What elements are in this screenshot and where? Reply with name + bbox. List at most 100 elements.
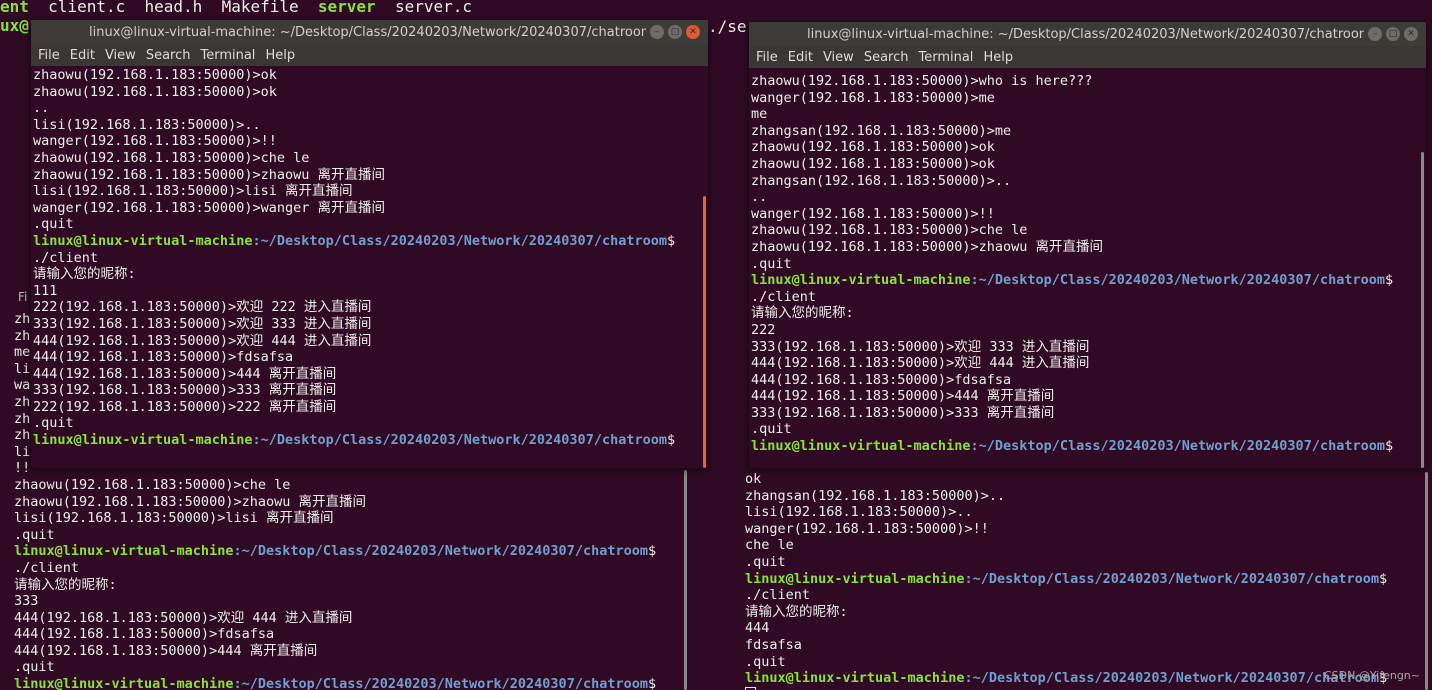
shell-prompt: linux@linux-virtual-machine:~/Desktop/Cl… [33, 233, 705, 250]
prompt-sigil: $ [1378, 570, 1388, 587]
prompt-user: linux@linux-virtual-machine [33, 232, 253, 249]
terminal-line: zhangsan(192.168.1.183:50000)>me [751, 122, 1012, 139]
terminal-line: che le [745, 537, 794, 554]
window-b-titlebar[interactable]: linux@linux-virtual-machine: ~/Desktop/C… [749, 22, 1426, 46]
terminal-line: .quit [745, 653, 786, 670]
menu-terminal[interactable]: Terminal [915, 50, 980, 65]
file-head-h: head.h [144, 0, 203, 16]
terminal-bottom-right-output[interactable]: ok zhangsan(192.168.1.183:50000)>.. lisi(1… [743, 470, 1427, 690]
terminal-window-b[interactable]: linux@linux-virtual-machine: ~/Desktop/C… [749, 22, 1426, 468]
terminal-line: zhaowu(192.168.1.183:50000)>zhaowu 离开直播间 [33, 166, 385, 183]
window-b-menubar: File Edit View Search Terminal Help [749, 46, 1426, 68]
prompt-path: :~/Desktop/Class/20240203/Network/202403… [964, 570, 1379, 587]
prompt-user: linux@linux-virtual-machine [14, 676, 234, 690]
terminal-line: 444(192.168.1.183:50000)>fdsafsa [14, 626, 275, 643]
prompt-user: linux@linux-virtual-machine [751, 272, 971, 289]
menu-file[interactable]: File [753, 50, 785, 65]
terminal-line: ok [745, 471, 762, 487]
menu-search[interactable]: Search [143, 48, 198, 63]
maximize-icon[interactable]: □ [668, 25, 682, 39]
terminal-line: lisi(192.168.1.183:50000)>.. [33, 116, 261, 133]
prompt-sigil: $ [647, 676, 657, 690]
prompt-user: linux@linux-virtual-machine [745, 570, 965, 587]
file-client-c: client.c [48, 0, 126, 16]
terminal-bottom-right[interactable]: ok zhangsan(192.168.1.183:50000)>.. lisi(1… [740, 462, 1432, 690]
menu-edit[interactable]: Edit [785, 50, 820, 65]
window-a-titlebar[interactable]: linux@linux-virtual-machine: ~/Desktop/C… [31, 20, 708, 44]
terminal-line: 请输入您的昵称: [745, 603, 848, 620]
scrollbar-bottom-left[interactable] [684, 470, 687, 690]
close-icon[interactable]: ✕ [1404, 27, 1418, 41]
minimize-icon[interactable]: – [1368, 27, 1382, 41]
listing-second-line: ux@ [0, 17, 29, 35]
window-a-menubar: File Edit View Search Terminal Help [31, 44, 708, 66]
terminal-line: 333(192.168.1.183:50000)>333 离开直播间 [33, 382, 337, 399]
menu-edit[interactable]: Edit [67, 48, 102, 63]
terminal-line: 请输入您的昵称: [33, 266, 136, 283]
terminal-line: zhaowu(192.168.1.183:50000)>zhaowu 离开直播间 [14, 493, 366, 510]
terminal-line: ./client [33, 249, 99, 266]
terminal-line: zhaowu(192.168.1.183:50000)>who is here?… [751, 73, 1093, 89]
prompt-path: :~/Desktop/Class/20240203/Network/202403… [970, 272, 1385, 289]
watermark: CSDN @Yifengn~ [1323, 669, 1420, 682]
terminal-window-a[interactable]: linux@linux-virtual-machine: ~/Desktop/C… [31, 20, 708, 468]
shell-prompt: linux@linux-virtual-machine:~/Desktop/Cl… [745, 571, 1425, 588]
menu-terminal[interactable]: Terminal [197, 48, 262, 63]
shell-prompt: linux@linux-virtual-machine:~/Desktop/Cl… [33, 432, 705, 449]
menu-file[interactable]: File [35, 48, 67, 63]
prompt-path: :~/Desktop/Class/20240203/Network/202403… [233, 676, 648, 690]
shell-prompt: linux@linux-virtual-machine:~/Desktop/Cl… [14, 676, 684, 690]
terminal-line: 444(192.168.1.183:50000)>fdsafsa [751, 371, 1012, 388]
terminal-line: 请输入您的昵称: [14, 576, 117, 593]
listing-second-line-text: ux@ [0, 16, 29, 35]
scrollbar-window-b[interactable] [1421, 152, 1424, 468]
terminal-line: .quit [751, 255, 792, 272]
prompt-sigil: $ [1384, 272, 1394, 289]
prompt-path: :~/Desktop/Class/20240203/Network/202403… [252, 232, 667, 249]
file-server-exec: server [317, 0, 376, 16]
window-b-output[interactable]: zhaowu(192.168.1.183:50000)>who is here?… [749, 72, 1425, 456]
terminal-line: wanger(192.168.1.183:50000)>!! [745, 520, 989, 537]
terminal-line: fdsafsa [745, 636, 802, 653]
terminal-line: .. [751, 189, 768, 206]
scrollbar-window-a[interactable] [703, 196, 706, 468]
terminal-line: .. [33, 100, 50, 117]
prompt-path: :~/Desktop/Class/20240203/Network/202403… [233, 543, 648, 560]
terminal-line: wanger(192.168.1.183:50000)>me [751, 89, 995, 106]
close-icon[interactable]: ✕ [686, 25, 700, 39]
terminal-line: zhaowu(192.168.1.183:50000)>ok [33, 83, 277, 100]
terminal-line: .quit [33, 216, 74, 233]
terminal-line: zhaowu(192.168.1.183:50000)>ok [33, 67, 277, 83]
terminal-line: 222 [751, 321, 776, 338]
window-b-title: linux@linux-virtual-machine: ~/Desktop/C… [807, 26, 1364, 42]
menu-help[interactable]: Help [980, 50, 1020, 65]
terminal-line: ./client [751, 288, 817, 305]
menu-help[interactable]: Help [262, 48, 302, 63]
terminal-line: 444(192.168.1.183:50000)>欢迎 444 进入直播间 [14, 609, 353, 626]
terminal-line: wanger(192.168.1.183:50000)>!! [751, 205, 995, 222]
terminal-line: ./client [14, 559, 80, 576]
menu-view[interactable]: View [820, 50, 861, 65]
prompt-path: :~/Desktop/Class/20240203/Network/202403… [964, 670, 1379, 687]
prompt-sigil: $ [647, 543, 657, 560]
window-a-controls: – □ ✕ [650, 25, 700, 39]
menu-view[interactable]: View [102, 48, 143, 63]
prompt-sigil: $ [666, 432, 676, 449]
terminal-line: zhaowu(192.168.1.183:50000)>ok [751, 155, 995, 172]
terminal-line: 444(192.168.1.183:50000)>欢迎 444 进入直播间 [751, 355, 1090, 372]
terminal-line: 444(192.168.1.183:50000)>fdsafsa [33, 349, 294, 366]
terminal-line: lisi(192.168.1.183:50000)>lisi 离开直播间 [14, 510, 334, 527]
terminal-line: wanger(192.168.1.183:50000)>wanger 离开直播间 [33, 199, 385, 216]
terminal-line: lisi(192.168.1.183:50000)>lisi 离开直播间 [33, 183, 353, 200]
terminal-line: .quit [751, 421, 792, 438]
minimize-icon[interactable]: – [650, 25, 664, 39]
terminal-line: .quit [745, 553, 786, 570]
maximize-icon[interactable]: □ [1386, 27, 1400, 41]
terminal-line: 222(192.168.1.183:50000)>欢迎 222 进入直播间 [33, 299, 372, 316]
window-a-output[interactable]: zhaowu(192.168.1.183:50000)>ok zhaowu(192… [31, 66, 707, 450]
terminal-line: me [751, 106, 768, 123]
scrollbar-bottom-right[interactable] [1425, 472, 1428, 690]
menu-search[interactable]: Search [861, 50, 916, 65]
terminal-line: 444(192.168.1.183:50000)>444 离开直播间 [751, 388, 1055, 405]
terminal-line: 请输入您的昵称: [751, 305, 854, 322]
